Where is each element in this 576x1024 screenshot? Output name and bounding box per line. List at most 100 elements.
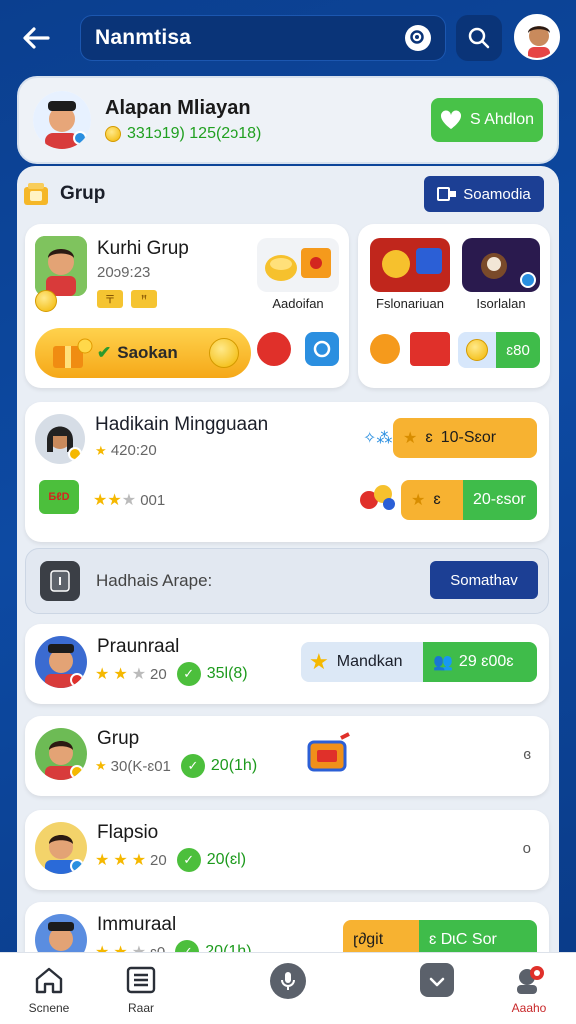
sticker-label: Aadoifan	[272, 296, 324, 311]
nav-home[interactable]: Scnene	[4, 963, 94, 1015]
star-icon: ★	[95, 852, 110, 869]
search-icon[interactable]	[456, 15, 502, 61]
star-icon: ★	[403, 430, 418, 447]
list-name: Grup	[97, 728, 140, 749]
coin-icon	[35, 290, 57, 312]
group-side-card[interactable]: Fslonariuan Isorlalan ɛ80	[358, 224, 550, 388]
page-title: Nanmtisa	[95, 26, 192, 49]
home-icon	[32, 963, 66, 997]
claim-button[interactable]: ✔ Saokan	[35, 328, 251, 378]
star-icon: ★	[113, 666, 128, 683]
achievement-button[interactable]: Somathav	[430, 561, 538, 599]
list-score: 20	[150, 851, 167, 869]
list-item[interactable]: Flapsio ★ ★ ★ 20 ✓ 20(ɛl) o	[25, 810, 549, 890]
list-name: Praunraal	[97, 636, 180, 657]
reward-label: Mandkan	[336, 653, 403, 670]
back-arrow-icon[interactable]	[18, 20, 54, 56]
chat-icon[interactable]	[305, 332, 339, 366]
tablet-icon	[40, 561, 80, 601]
list-item[interactable]: Grup ★ 30(K-ɛ01 ✓ 20(1h) ɞ	[25, 716, 549, 796]
profile-action-button[interactable]: S Ahdlon	[431, 98, 543, 142]
game-sticker[interactable]	[370, 238, 450, 292]
weekly-score-text: 420:20	[110, 442, 157, 459]
score-label: ɛ80	[496, 332, 540, 368]
bottom-nav: Scnene Raar Aaaho	[0, 952, 576, 1024]
reward-pill[interactable]: ★ Mandkan 👥 29 ɛ00ɛ	[301, 642, 537, 682]
weekly-challenge-card[interactable]: Hadikain Mingguaan ★ 420:20 ƂℓD ★★★ 001 …	[25, 402, 549, 542]
group-section-title: Grup	[60, 183, 106, 204]
list-name: Immuraal	[97, 914, 177, 935]
reward-value: 20-ɛsor	[463, 480, 537, 520]
reward-num: ɛ	[425, 429, 433, 446]
reward-value: 29 ɛ00ɛ	[458, 653, 514, 670]
group-date: 20ɔ9:23	[97, 264, 151, 281]
star-icon: ★	[95, 666, 110, 683]
game-sticker[interactable]	[462, 238, 540, 292]
coin-icon	[466, 339, 488, 361]
star-icon: ★	[309, 649, 329, 674]
list-stats: ★ ★ ★ 20 ✓ 35l(8)	[95, 662, 248, 686]
list-right-value: o	[522, 840, 531, 857]
claim-label: Saokan	[117, 343, 178, 362]
gallery-icon	[437, 187, 457, 201]
coin-icon	[209, 338, 239, 368]
list-stats: ★ ★ ★ 20 ✓ 20(ɛl)	[95, 848, 246, 872]
check-badge-icon: ✓	[176, 662, 201, 686]
star-icon: ★	[131, 666, 147, 683]
nav-label: Scnene	[28, 1001, 70, 1015]
list-avatar	[35, 822, 87, 874]
sticker-label: Isorlalan	[476, 296, 526, 311]
star-icon: ★	[121, 492, 137, 509]
search-bar[interactable]: Nanmtisa	[80, 15, 446, 61]
coin-icon	[105, 126, 121, 142]
check-badge-icon: ✓	[180, 754, 205, 778]
list-points: 20(ɛl)	[206, 851, 247, 868]
reward-pill[interactable]: ★ ɛ 10-Sɛor	[393, 418, 537, 458]
reward-num: ɛ	[433, 491, 441, 508]
profile-name: Alapan Mliayan	[105, 97, 251, 119]
profile-card[interactable]: Alapan Mliayan 331ɔ19) 125(2ɔ18) S Ahdlo…	[17, 76, 559, 164]
weekly-rating: ★★★ 001	[93, 490, 165, 510]
list-icon	[124, 963, 158, 997]
sparkle-icon: ✧⁂	[363, 430, 393, 447]
group-avatar	[35, 236, 87, 296]
users-icon: 👥	[433, 654, 453, 671]
fire-icon[interactable]	[257, 332, 291, 366]
group-folder-icon	[24, 183, 48, 205]
nav-mic[interactable]	[243, 963, 333, 1003]
group-main-card[interactable]: Kurhi Grup 20ɔ9:23 〒 ꟸ Aadoifan ✔ Saokan	[25, 224, 349, 388]
profile-stats: 331ɔ19) 125(2ɔ18)	[105, 125, 431, 143]
gift-icon	[49, 336, 93, 375]
list-avatar	[35, 636, 87, 688]
see-more-button[interactable]: Soamodia	[424, 176, 544, 212]
tag-icon: ꟸ	[131, 290, 157, 308]
star-icon: ★	[113, 852, 128, 869]
bucket-icon: ƂℓD	[39, 480, 79, 514]
list-points: 20(1h)	[210, 757, 258, 774]
achievement-label: Hadhais Arape:	[96, 571, 213, 590]
list-score: 20	[150, 665, 167, 683]
nav-profile[interactable]: Aaaho	[484, 963, 574, 1015]
group-section-header: Grup	[22, 176, 105, 212]
nav-label: Aaaho	[511, 1001, 547, 1015]
heart-icon	[440, 110, 461, 129]
profile-avatar	[33, 91, 91, 149]
star-icon: ★	[95, 758, 107, 773]
score-pill[interactable]: ɛ80	[458, 332, 540, 368]
nav-list[interactable]: Raar	[96, 963, 186, 1015]
nav-download[interactable]	[392, 963, 482, 1001]
weekly-title: Hadikain Mingguaan	[95, 414, 269, 435]
candy-icon	[357, 482, 399, 512]
flower-icon	[370, 334, 400, 364]
profile-icon	[512, 963, 546, 997]
list-item[interactable]: Praunraal ★ ★ ★ 20 ✓ 35l(8) ★ Mandkan 👥 29…	[25, 624, 549, 704]
food-sticker[interactable]	[257, 238, 339, 292]
sticker-label: Fslonariuan	[376, 296, 444, 311]
achievement-bar[interactable]: Hadhais Arape: Somathav	[25, 548, 549, 614]
reward-pill[interactable]: ★ ɛ 20-ɛsor	[401, 480, 537, 520]
user-avatar[interactable]	[514, 14, 560, 60]
scan-icon[interactable]	[405, 25, 431, 51]
weekly-score: ★ 420:20	[95, 442, 157, 459]
list-points: 35l(8)	[206, 665, 248, 682]
weekly-rating-text: 001	[140, 492, 166, 509]
